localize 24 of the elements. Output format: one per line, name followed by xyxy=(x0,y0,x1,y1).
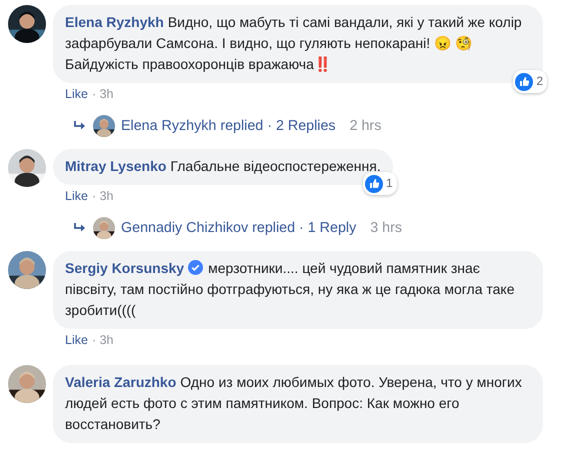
reaction-count: 2 xyxy=(536,73,543,90)
replies-link[interactable]: Elena Ryzhykh replied · 2 Replies xyxy=(121,118,336,134)
reply-time: 2 hrs xyxy=(350,118,382,134)
like-link[interactable]: Like xyxy=(65,333,88,347)
thumbs-up-icon xyxy=(515,72,534,90)
comment-text: Sergiy Korsunsky мерзотники.... цей чудовий памятник знає півсвіту, там постійно фотграфуються, ну яка ж це гадюка могла таке зробити(((( xyxy=(65,259,516,320)
comment-time: · 3h xyxy=(92,87,114,101)
like-link[interactable]: Like xyxy=(65,189,88,203)
comment-time: · 3h xyxy=(92,189,114,203)
author-name[interactable]: Sergiy Korsunsky xyxy=(65,260,184,276)
reaction-badge[interactable]: 2 xyxy=(513,70,547,93)
author-name[interactable]: Valeria Zaruzhko xyxy=(65,374,176,390)
reaction-count: 1 xyxy=(386,175,393,192)
comment-text: Valeria Zaruzhko Одно из моих любимых фото. Уверена, что у многих людей есть фото с этим памятником. Вопрос: Как можно его восстановить? xyxy=(65,373,523,434)
thumbs-up-icon xyxy=(365,174,384,192)
reply-time: 3 hrs xyxy=(370,220,402,236)
author-name[interactable]: Elena Ryzhykh xyxy=(65,14,164,30)
reaction-badge[interactable]: 1 xyxy=(363,172,397,195)
reply-arrow-icon xyxy=(73,222,87,234)
author-name[interactable]: Mitray Lysenko xyxy=(65,158,166,174)
like-link[interactable]: Like xyxy=(65,87,88,101)
comment-time: · 3h xyxy=(92,333,114,347)
replies-link[interactable]: Gennadiy Chizhikov replied · 1 Reply xyxy=(121,220,356,236)
reply-arrow-icon xyxy=(73,120,87,132)
